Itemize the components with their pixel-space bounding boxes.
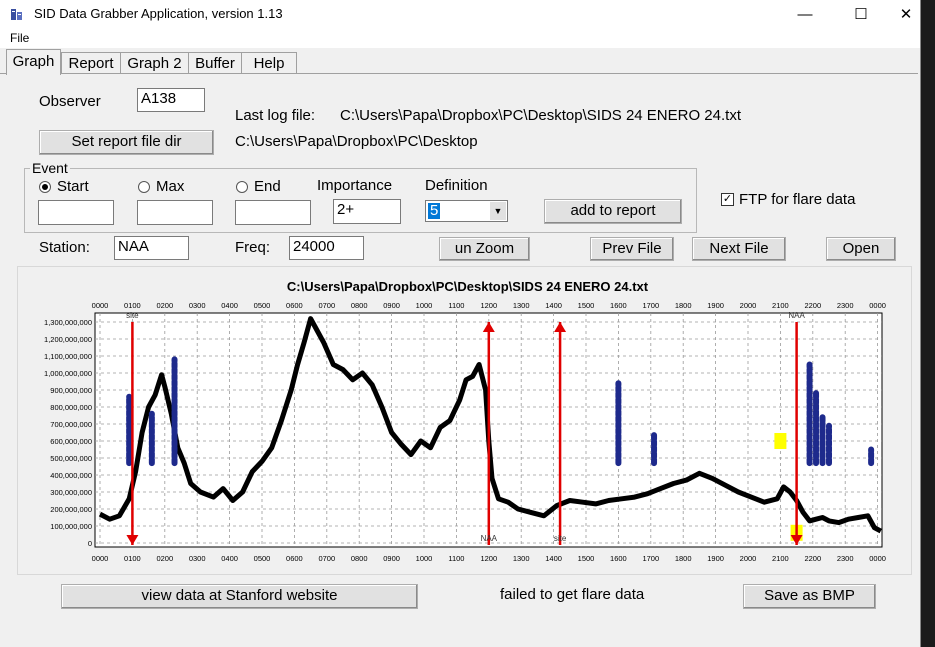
y-tick-label: 0 — [88, 539, 92, 548]
x-tick-label-top: 0100 — [124, 301, 141, 310]
x-tick-label-bottom: 2000 — [740, 554, 757, 563]
x-tick-label-bottom: 0100 — [124, 554, 141, 563]
x-tick-label-bottom: 0200 — [156, 554, 173, 563]
event-marker-label: NAA — [788, 311, 805, 320]
x-tick-label-top: 0500 — [254, 301, 271, 310]
x-tick-label-bottom: 1400 — [545, 554, 562, 563]
sid-chart[interactable]: site NAA site NAA 0000 0100 0200 0300 0400 0500 0… — [0, 0, 920, 600]
x-tick-label-bottom: 2300 — [837, 554, 854, 563]
x-tick-label-top: 1900 — [707, 301, 724, 310]
x-tick-label-top: 0800 — [351, 301, 368, 310]
y-tick-label: 300,000,000 — [50, 488, 92, 497]
x-tick-label-bottom: 0400 — [221, 554, 238, 563]
x-tick-label-bottom: 1500 — [578, 554, 595, 563]
save-bmp-button[interactable]: Save as BMP — [743, 584, 876, 609]
tab-graph[interactable]: Graph — [6, 49, 61, 75]
x-tick-label-bottom: 1100 — [448, 554, 464, 563]
x-tick-label-bottom: 1000 — [416, 554, 433, 563]
view-stanford-button[interactable]: view data at Stanford website — [61, 584, 418, 609]
event-marker-label: site — [126, 311, 139, 320]
x-tick-label-top: 1000 — [416, 301, 433, 310]
y-tick-label: 100,000,000 — [50, 522, 92, 531]
x-tick-label-top: 1300 — [513, 301, 530, 310]
x-tick-label-bottom: 0500 — [254, 554, 271, 563]
event-marker-label: site — [554, 534, 567, 543]
x-tick-label-bottom: 0600 — [286, 554, 303, 563]
x-tick-label-bottom: 0000 — [92, 554, 109, 563]
x-tick-label-top: 2200 — [804, 301, 821, 310]
y-tick-label: 200,000,000 — [50, 505, 92, 514]
x-tick-label-bottom: 1700 — [642, 554, 659, 563]
app-window: SID Data Grabber Application, version 1.… — [0, 0, 921, 647]
y-tick-label: 700,000,000 — [50, 420, 92, 429]
y-tick-label: 500,000,000 — [50, 454, 92, 463]
flare-status-text: failed to get flare data — [500, 586, 645, 603]
x-tick-label-top: 1700 — [642, 301, 659, 310]
y-tick-label: 1,000,000,000 — [44, 369, 92, 378]
x-tick-label-bottom: 0300 — [189, 554, 206, 563]
x-tick-label-top: 2300 — [837, 301, 854, 310]
y-tick-label: 600,000,000 — [50, 437, 92, 446]
x-tick-label-top: 2000 — [740, 301, 757, 310]
x-tick-label-top: 0000 — [92, 301, 109, 310]
y-tick-label: 1,300,000,000 — [44, 318, 92, 327]
x-tick-label-bottom: 1900 — [707, 554, 724, 563]
x-tick-label-top: 1600 — [610, 301, 627, 310]
x-tick-label-top: 0700 — [318, 301, 335, 310]
x-tick-label-top: 1800 — [675, 301, 692, 310]
x-tick-label-top: 1400 — [545, 301, 562, 310]
x-tick-label-top: 1500 — [578, 301, 595, 310]
y-tick-label: 800,000,000 — [50, 403, 92, 412]
y-tick-label: 1,200,000,000 — [44, 335, 92, 344]
y-tick-label: 400,000,000 — [50, 471, 92, 480]
x-tick-label-bottom: 1800 — [675, 554, 692, 563]
x-tick-label-bottom: 1300 — [513, 554, 530, 563]
y-tick-label: 1,100,000,000 — [44, 352, 92, 361]
x-tick-label-top: 0300 — [189, 301, 206, 310]
x-tick-label-bottom: 1600 — [610, 554, 627, 563]
x-tick-label-bottom: 2100 — [772, 554, 789, 563]
x-tick-label-top: 1200 — [480, 301, 497, 310]
x-tick-label-bottom: 1200 — [480, 554, 497, 563]
x-tick-label-bottom: 0000 — [869, 554, 886, 563]
x-tick-label-top: 0000 — [869, 301, 886, 310]
highlight-box — [774, 433, 787, 449]
x-tick-label-top: 0600 — [286, 301, 303, 310]
x-tick-label-bottom: 0900 — [383, 554, 400, 563]
y-tick-label: 900,000,000 — [50, 386, 92, 395]
x-tick-label-top: 0400 — [221, 301, 238, 310]
x-tick-label-bottom: 0800 — [351, 554, 368, 563]
x-tick-label-bottom: 0700 — [318, 554, 335, 563]
x-tick-label-bottom: 2200 — [804, 554, 821, 563]
x-tick-label-top: 0200 — [156, 301, 173, 310]
event-marker-label: NAA — [481, 534, 498, 543]
x-tick-label-top: 1100 — [448, 301, 464, 310]
x-tick-label-top: 0900 — [383, 301, 400, 310]
x-tick-label-top: 2100 — [772, 301, 789, 310]
